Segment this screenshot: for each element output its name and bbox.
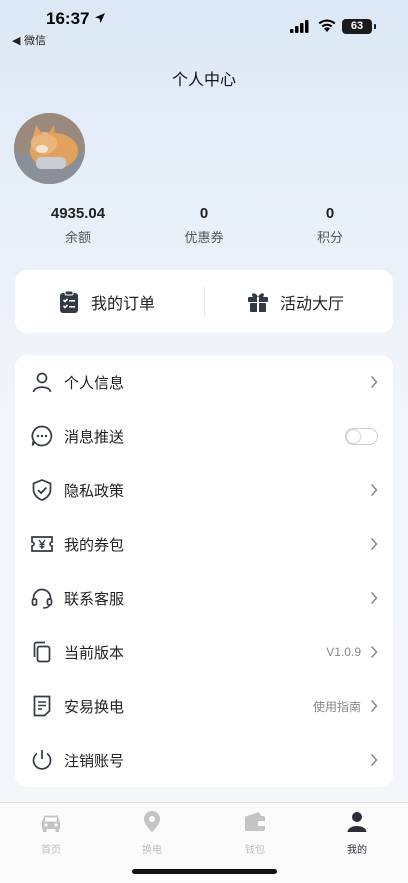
toggle-knob [347,430,360,443]
page-title: 个人中心 [171,70,236,89]
person-icon [347,812,367,832]
settings-menu: 个人信息 消息推送 隐私政策 我的券包 联系客服 当前版本 V1.0.9 安易换… [15,355,393,787]
menu-item-version[interactable]: 当前版本 V1.0.9 [15,625,393,679]
version-number: V1.0.9 [326,645,361,659]
avatar[interactable] [14,113,85,184]
tab-wallet[interactable]: 钱包 [225,809,285,856]
chevron-right-icon [370,591,378,605]
map-pin-icon [144,811,160,832]
tab-label: 首页 [41,845,61,856]
copy-icon [33,641,51,663]
menu-label: 我的券包 [64,535,125,554]
my-orders-label: 我的订单 [91,293,156,313]
menu-item-delete-account[interactable]: 注销账号 [15,733,393,787]
shield-check-icon [32,479,52,501]
document-icon [33,695,51,717]
coupon-stat[interactable]: 0 优惠券 [144,205,264,246]
chevron-right-icon [370,753,378,767]
menu-item-privacy-policy[interactable]: 隐私政策 [15,463,393,517]
menu-item-customer-service[interactable]: 联系客服 [15,571,393,625]
location-arrow-icon [95,13,105,23]
points-value: 0 [325,205,335,222]
battery-indicator: 63 [342,19,376,34]
chevron-right-icon [370,375,378,389]
menu-label: 隐私政策 [64,481,125,500]
chevron-right-icon [370,483,378,497]
menu-item-notifications: 消息推送 [15,409,393,463]
chevron-right-icon [370,645,378,659]
car-icon [42,815,60,832]
chevron-right-icon [370,537,378,551]
tab-label: 我的 [347,845,367,856]
menu-label: 联系客服 [64,589,125,608]
balance-value: 4935.04 [50,205,106,222]
coupon-value: 0 [199,205,209,222]
coupon-icon [31,536,53,552]
points-label: 积分 [316,231,343,246]
menu-item-coupon-wallet[interactable]: 我的券包 [15,517,393,571]
clipboard-list-icon [60,290,78,313]
user-icon [32,372,52,393]
user-guide-hint: 使用指南 [312,699,361,714]
menu-label: 个人信息 [64,373,125,392]
my-orders-button[interactable]: 我的订单 [57,270,155,333]
headset-icon [31,588,53,609]
activity-hall-label: 活动大厅 [280,293,345,313]
wifi-icon [318,19,336,32]
chat-bubble-icon [31,425,53,447]
wallet-icon [245,812,265,831]
balance-stat[interactable]: 4935.04 余额 [18,205,138,246]
gift-icon [248,292,268,312]
activity-hall-button[interactable]: 活动大厅 [246,270,344,333]
push-notification-toggle[interactable] [345,428,378,445]
menu-item-profile[interactable]: 个人信息 [15,355,393,409]
balance-label: 余额 [64,231,91,246]
coupon-label: 优惠券 [184,231,224,246]
tab-mine[interactable]: 我的 [327,809,387,856]
chevron-right-icon [370,699,378,713]
menu-label: 消息推送 [64,427,125,446]
points-stat[interactable]: 0 积分 [270,205,390,246]
home-indicator [132,869,277,874]
tab-home[interactable]: 首页 [21,809,81,856]
power-icon [32,750,52,770]
avatar-cat-image [14,113,85,184]
back-to-wechat-link[interactable]: ◀ 微信 [12,32,46,48]
cellular-signal-icon [290,20,309,33]
tab-swap[interactable]: 换电 [122,809,182,856]
status-time: 16:37 [46,9,90,28]
menu-label: 当前版本 [64,643,125,662]
menu-label: 安易换电 [64,697,125,716]
tab-label: 换电 [142,845,162,856]
quick-actions-card: 我的订单 活动大厅 [15,270,393,333]
status-bar: 16:37 ◀ 微信 63 [0,0,408,48]
battery-level: 63 [350,20,364,32]
menu-item-user-guide[interactable]: 安易换电 使用指南 [15,679,393,733]
tab-label: 钱包 [245,845,265,856]
menu-label: 注销账号 [64,751,125,770]
divider [204,286,205,317]
